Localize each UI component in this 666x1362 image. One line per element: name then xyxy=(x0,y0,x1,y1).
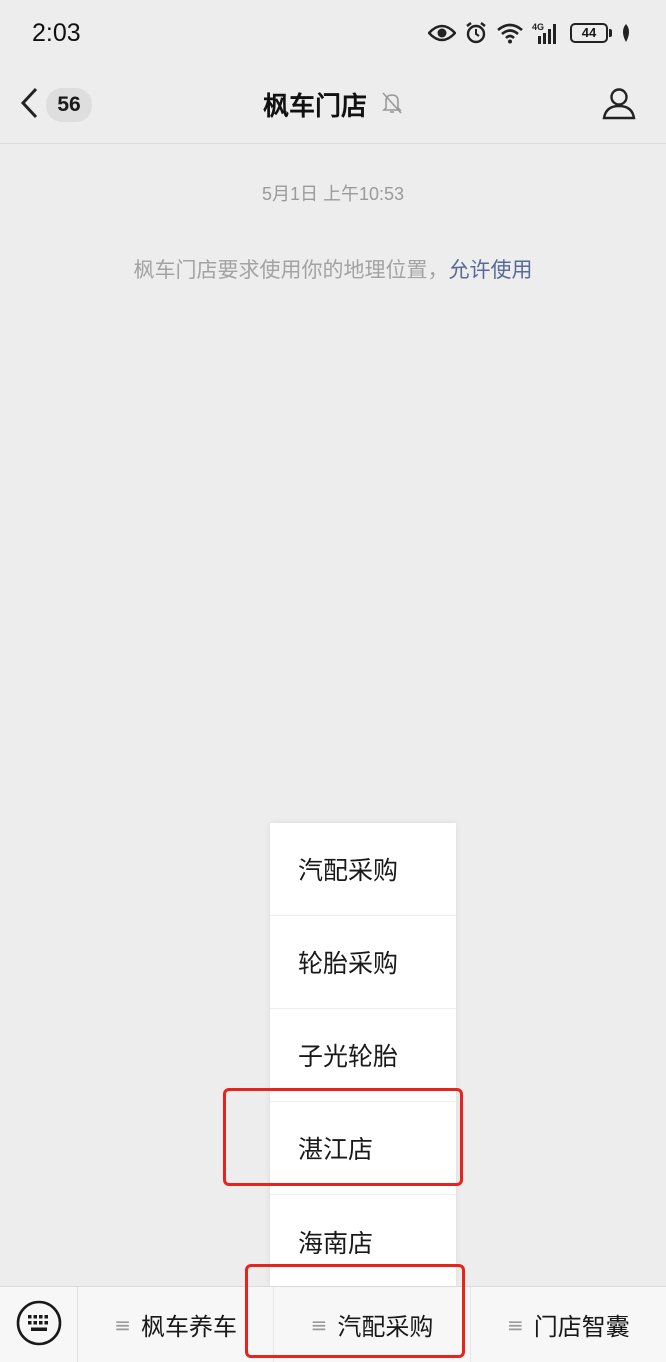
location-request-text: 枫车门店要求使用你的地理位置， xyxy=(133,258,449,282)
status-bar: 2:03 4G 44 xyxy=(0,0,666,66)
menu-list-icon: ≡ xyxy=(310,1312,328,1337)
status-time: 2:03 xyxy=(32,18,81,47)
menu-tab-auto-parts[interactable]: ≡ 汽配采购 xyxy=(274,1286,471,1362)
message-timestamp: 5月1日 上午10:53 xyxy=(261,184,405,204)
chat-header: 56 枫车门店 xyxy=(0,66,666,144)
chat-title: 枫车门店 xyxy=(262,92,367,122)
wifi-icon xyxy=(496,22,524,44)
allow-location-link[interactable]: 允许使用 xyxy=(449,258,533,282)
menu-tab-fengche-maintenance[interactable]: ≡ 枫车养车 xyxy=(78,1286,275,1362)
location-permission-message: 枫车门店要求使用你的地理位置，允许使用 xyxy=(0,254,666,284)
menu-list-icon: ≡ xyxy=(114,1312,132,1337)
submenu-item-ziguang-tires[interactable]: 子光轮胎 xyxy=(270,1009,456,1102)
submenu-item-hainan-store[interactable]: 海南店 xyxy=(270,1195,456,1288)
submenu-item-tire-purchase[interactable]: 轮胎采购 xyxy=(270,916,456,1009)
mute-bell-icon xyxy=(381,91,403,119)
menu-list-icon: ≡ xyxy=(506,1312,524,1337)
unread-count-badge: 56 xyxy=(46,88,92,122)
keyboard-toggle-button[interactable] xyxy=(0,1286,78,1362)
back-button[interactable]: 56 xyxy=(20,80,92,130)
menu-tab-store-advisor[interactable]: ≡ 门店智囊 xyxy=(471,1287,666,1362)
submenu-popup: 汽配采购 轮胎采购 子光轮胎 湛江店 海南店 xyxy=(270,823,456,1287)
menu-tab-label: 汽配采购 xyxy=(337,1313,434,1341)
submenu-item-zhanjiang-store[interactable]: 湛江店 xyxy=(270,1102,456,1195)
battery-level: 44 xyxy=(570,23,608,43)
menu-tab-label: 门店智囊 xyxy=(533,1313,630,1341)
bottom-menu-bar: ≡ 枫车养车 ≡ 汽配采购 ≡ 门店智囊 xyxy=(0,1286,666,1362)
signal-icon: 4G xyxy=(532,21,562,45)
submenu-item-auto-parts[interactable]: 汽配采购 xyxy=(270,823,456,916)
battery-icon: 44 xyxy=(570,23,612,43)
alarm-icon xyxy=(464,21,488,45)
keyboard-icon xyxy=(16,1300,62,1350)
back-arrow-icon xyxy=(20,87,38,123)
network-type: 4G xyxy=(532,22,544,32)
menu-tab-label: 枫车养车 xyxy=(141,1313,238,1341)
user-icon xyxy=(602,88,636,124)
profile-button[interactable] xyxy=(602,86,636,124)
eye-icon xyxy=(428,23,456,43)
status-icons: 4G 44 xyxy=(428,21,632,45)
leaf-icon xyxy=(620,23,632,43)
chat-title-group: 枫车门店 xyxy=(263,86,403,123)
